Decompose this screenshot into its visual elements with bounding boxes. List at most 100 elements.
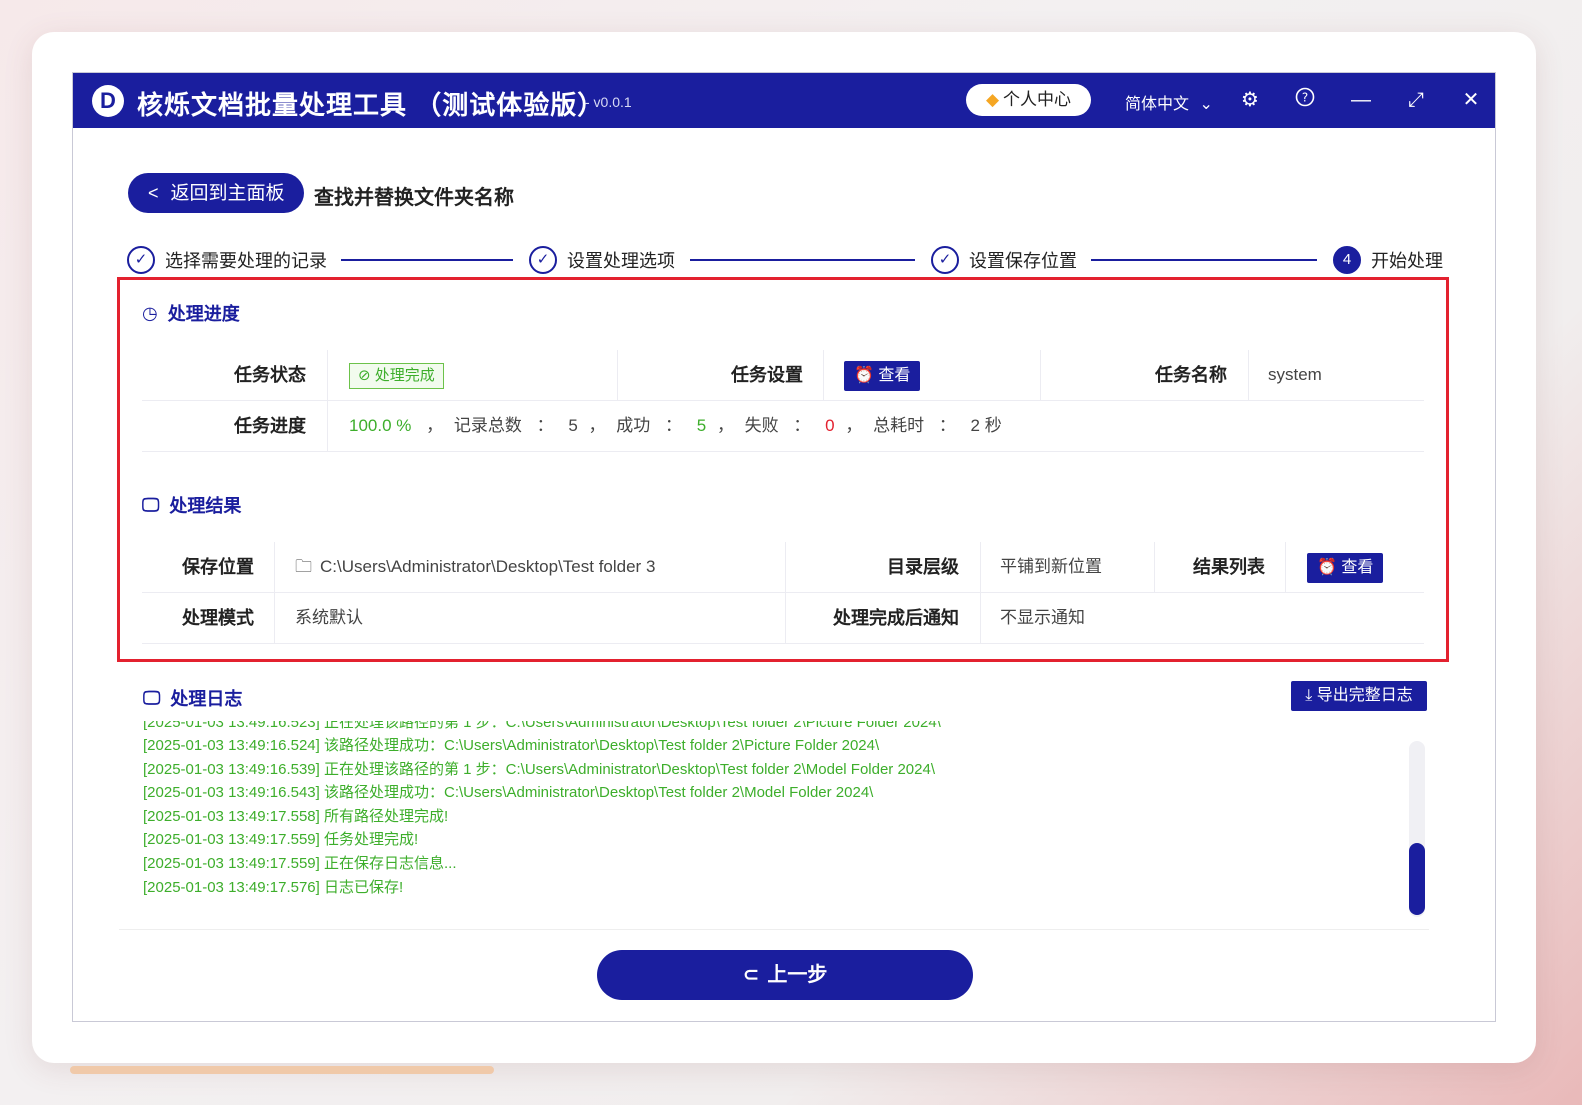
settings-label: 任务设置 bbox=[731, 365, 803, 385]
result-title-text: 处理结果 bbox=[169, 496, 242, 516]
step-connector bbox=[341, 259, 513, 261]
minimize-icon[interactable]: — bbox=[1348, 87, 1374, 113]
log-line: [2025-01-03 13:49:16.539] 正在处理该路径的第 1 步：… bbox=[143, 761, 936, 778]
save-location-label: 保存位置 bbox=[182, 557, 254, 577]
help-icon[interactable]: ? bbox=[1292, 87, 1318, 113]
divider bbox=[1248, 350, 1249, 400]
main-content: < 返回到主面板 查找并替换文件夹名称 ✓ 选择需要处理的记录 ✓ 设置处理选项 … bbox=[97, 153, 1473, 1003]
chevron-left-icon: < bbox=[148, 183, 159, 203]
result-view-label: 查看 bbox=[1341, 558, 1374, 576]
progress-label: 任务进度 bbox=[234, 416, 306, 436]
step-label: 开始处理 bbox=[1371, 251, 1443, 271]
monitor-icon: 🖵 bbox=[142, 494, 160, 515]
page-title: 查找并替换文件夹名称 bbox=[314, 187, 514, 209]
scrollbar-thumb[interactable] bbox=[1409, 843, 1425, 915]
decorative-bar bbox=[70, 1066, 494, 1074]
step-label: 设置处理选项 bbox=[567, 251, 675, 271]
progress-row-1: 任务状态 ⊘ 处理完成 任务设置 ⏰ 查看 任务名称 system bbox=[142, 350, 1424, 401]
export-log-button[interactable]: ⤓ 导出完整日志 bbox=[1291, 681, 1427, 711]
separator: ： bbox=[665, 416, 682, 435]
result-view-button[interactable]: ⏰ 查看 bbox=[1307, 552, 1384, 583]
total-label: 记录总数 bbox=[453, 416, 522, 435]
log-line: [2025-01-03 13:49:17.559] 正在保存日志信息... bbox=[143, 855, 457, 872]
close-icon[interactable]: ✕ bbox=[1458, 87, 1484, 113]
settings-view-label: 查看 bbox=[878, 366, 911, 384]
separator: ， bbox=[588, 416, 606, 435]
separator: ， bbox=[716, 416, 734, 435]
separator: ， bbox=[426, 416, 444, 435]
back-label: 返回到主面板 bbox=[170, 183, 285, 204]
progress-summary: 100.0 % ， 记录总数 ： 5 ， 成功 ： 5 ， 失败 ： 0 ， 总… bbox=[349, 401, 1002, 451]
dir-level-label: 目录层级 bbox=[887, 557, 959, 577]
log-line: [2025-01-03 13:49:16.543] 该路径处理成功：C:\Use… bbox=[143, 784, 874, 801]
log-line: [2025-01-03 13:49:16.523] 正在处理该路径的第 1 步：… bbox=[143, 721, 941, 731]
progress-title-text: 处理进度 bbox=[167, 304, 240, 324]
check-circle-icon: ⊘ bbox=[358, 366, 371, 384]
step-1: ✓ 选择需要处理的记录 bbox=[127, 243, 327, 277]
save-location-value[interactable]: 🗀 C:\Users\Administrator\Desktop\Test fol… bbox=[295, 542, 655, 592]
mode-value: 系统默认 bbox=[295, 608, 363, 627]
log-line: [2025-01-03 13:49:17.558] 所有路径处理完成! bbox=[143, 808, 449, 825]
result-list-value: ⏰ 查看 bbox=[1307, 542, 1384, 592]
divider bbox=[274, 542, 275, 592]
separator: ： bbox=[938, 416, 956, 435]
folder-icon: 🗀 bbox=[295, 557, 312, 576]
check-icon: ✓ bbox=[127, 246, 155, 274]
log-title-text: 处理日志 bbox=[170, 689, 243, 709]
log-line: [2025-01-03 13:49:17.559] 任务处理完成! bbox=[143, 831, 419, 848]
user-center-button[interactable]: ◆ 个人中心 bbox=[966, 84, 1091, 116]
back-to-main-button[interactable]: < 返回到主面板 bbox=[128, 173, 304, 213]
separator: ： bbox=[536, 416, 554, 435]
log-section-title: 🖵 处理日志 bbox=[143, 685, 242, 711]
language-label: 简体中文 bbox=[1125, 96, 1190, 113]
log-line: [2025-01-03 13:49:17.576] 日志已保存! bbox=[143, 879, 404, 896]
maximize-icon[interactable]: ⤢ bbox=[1403, 87, 1429, 113]
status-label: 任务状态 bbox=[234, 365, 306, 385]
step-2: ✓ 设置处理选项 bbox=[529, 243, 675, 277]
step-4: 4 开始处理 bbox=[1333, 243, 1443, 277]
task-name-label: 任务名称 bbox=[1155, 365, 1227, 385]
step-connector bbox=[1091, 259, 1317, 261]
save-path-text: C:\Users\Administrator\Desktop\Test fold… bbox=[320, 557, 656, 576]
clock-icon: ◷ bbox=[142, 302, 158, 323]
app-logo-icon: D bbox=[92, 85, 124, 117]
alarm-icon: ⏰ bbox=[1317, 558, 1337, 576]
monitor-icon: 🖵 bbox=[143, 687, 161, 708]
title-bar: D 核烁文档批量处理工具 （测试体验版） - v0.0.1 ◆ 个人中心 简体中文… bbox=[73, 73, 1495, 128]
fail-label: 失败 bbox=[744, 416, 779, 435]
step-3: ✓ 设置保存位置 bbox=[931, 243, 1077, 277]
result-row-2: 处理模式 系统默认 处理完成后通知 不显示通知 bbox=[142, 593, 1424, 644]
result-section-title: 🖵 处理结果 bbox=[142, 492, 241, 518]
user-center-label: 个人中心 bbox=[1003, 90, 1072, 109]
log-line: [2025-01-03 13:49:16.524] 该路径处理成功：C:\Use… bbox=[143, 737, 880, 754]
status-badge-text: 处理完成 bbox=[374, 366, 435, 384]
step-label: 设置保存位置 bbox=[969, 251, 1077, 271]
gear-icon[interactable]: ⚙ bbox=[1237, 87, 1263, 113]
log-panel[interactable]: [2025-01-03 13:49:16.523] 正在处理该路径的第 1 步：… bbox=[119, 721, 1429, 930]
progress-percent: 100.0 % bbox=[349, 416, 412, 435]
fail-value: 0 bbox=[825, 416, 835, 435]
dir-level-value: 平铺到新位置 bbox=[1000, 557, 1102, 576]
diamond-icon: ◆ bbox=[985, 90, 1000, 109]
previous-step-button[interactable]: ⊂ 上一步 bbox=[597, 950, 973, 1000]
status-value: ⊘ 处理完成 bbox=[349, 350, 444, 400]
time-label: 总耗时 bbox=[873, 416, 925, 435]
notify-label: 处理完成后通知 bbox=[833, 608, 959, 628]
result-list-label: 结果列表 bbox=[1193, 557, 1265, 577]
settings-value: ⏰ 查看 bbox=[844, 350, 921, 400]
separator: ， bbox=[845, 416, 863, 435]
step-connector bbox=[690, 259, 915, 261]
status-badge: ⊘ 处理完成 bbox=[349, 362, 444, 389]
language-select[interactable]: 简体中文 ⌄ bbox=[1125, 90, 1213, 114]
divider bbox=[274, 593, 275, 643]
svg-text:?: ? bbox=[1302, 91, 1308, 105]
check-icon: ✓ bbox=[931, 246, 959, 274]
chevron-left-circle-icon: ⊂ bbox=[742, 964, 760, 986]
settings-view-button[interactable]: ⏰ 查看 bbox=[844, 360, 921, 391]
highlight-box: ◷ 处理进度 任务状态 ⊘ 处理完成 任务设置 ⏰ 查看 任务名称 system bbox=[117, 277, 1449, 662]
divider bbox=[1285, 542, 1286, 592]
export-log-label: 导出完整日志 bbox=[1316, 687, 1413, 704]
previous-step-label: 上一步 bbox=[767, 964, 828, 986]
divider bbox=[327, 350, 328, 400]
alarm-icon: ⏰ bbox=[854, 366, 874, 384]
